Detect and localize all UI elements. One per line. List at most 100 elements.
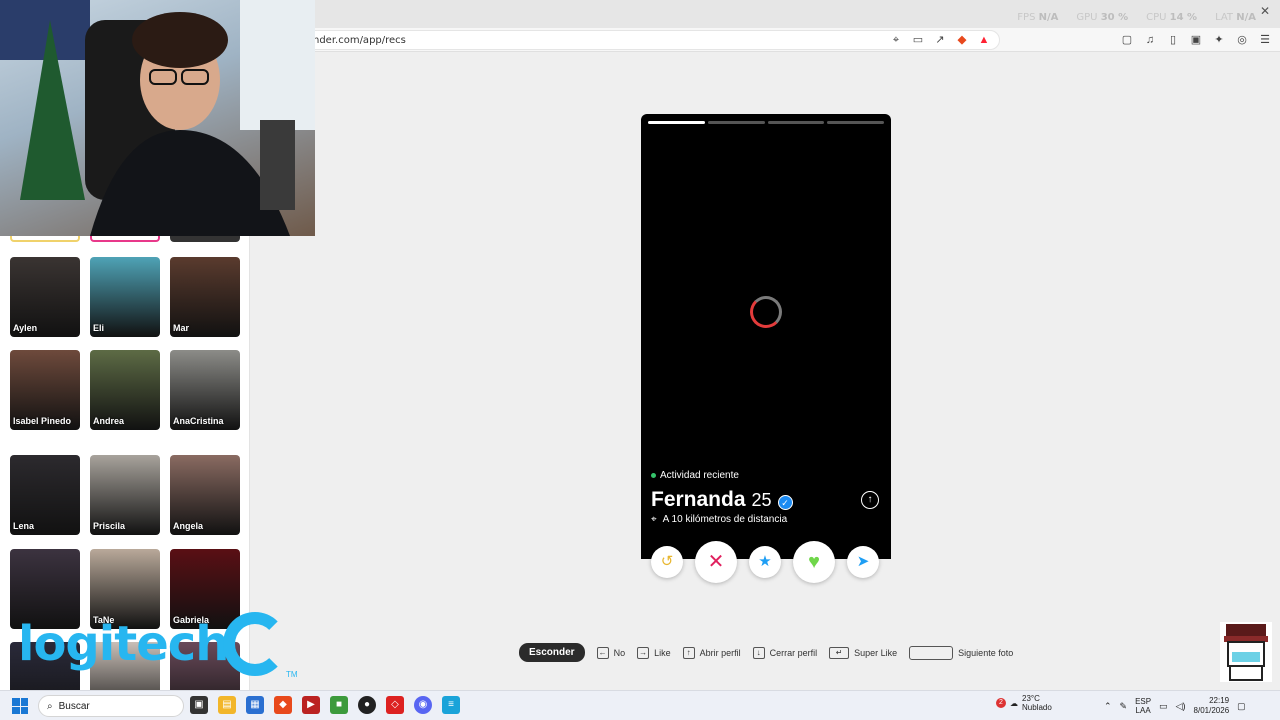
system-tray: ⌃ ✎ ESP LAA ▭ ◁) 22:19 8/01/2026 ▢ [1104, 696, 1246, 716]
space-key-icon [909, 645, 954, 660]
language-indicator[interactable]: ESP LAA [1135, 697, 1151, 715]
store-icon[interactable]: ▦ [246, 696, 264, 714]
dark-card-edge[interactable] [170, 236, 240, 242]
verified-badge-icon: ✓ [777, 495, 793, 510]
cast-icon[interactable]: ▭ [911, 33, 925, 47]
sidebar-icon[interactable]: ▯ [1166, 33, 1180, 47]
match-card-name: Lena [13, 521, 35, 531]
match-card[interactable]: Priscila [90, 455, 160, 535]
task-view-icon[interactable]: ▣ [190, 696, 208, 714]
file-explorer-icon[interactable]: ▤ [218, 696, 236, 714]
photo-progress-bar[interactable] [827, 121, 884, 124]
match-card-name: Aylen [13, 323, 38, 333]
action-buttons: ↺ ✕ ★ ♥ ➤ [650, 541, 882, 583]
perf-fps: FPS N/A [1017, 12, 1059, 23]
brave-browser-icon[interactable]: ◆ [274, 696, 292, 714]
tab-icon[interactable]: ▢ [1120, 33, 1134, 47]
windows-start-icon[interactable] [12, 698, 28, 714]
leo-ai-icon[interactable]: ✦ [1212, 33, 1226, 47]
webcam-overlay [0, 0, 315, 236]
photo-progress-bar[interactable] [648, 121, 705, 124]
perf-lat: LAT N/A [1215, 12, 1256, 23]
arrow-down-key-icon: ↓ [752, 646, 765, 659]
weather-widget[interactable]: 2 ☁ 23°C Nublado [996, 694, 1052, 712]
open-profile-button[interactable]: ↑ [861, 491, 879, 509]
menu-icon[interactable]: ☰ [1258, 33, 1272, 47]
pen-icon[interactable]: ✎ [1120, 701, 1128, 712]
weather-desc: Nublado [1022, 703, 1052, 712]
shortcut-close-profile: ↓ Cerrar perfil [752, 646, 817, 659]
discord-icon[interactable]: ◉ [414, 696, 432, 714]
volume-icon[interactable]: ◁) [1176, 701, 1186, 712]
match-card[interactable]: Andrea [90, 350, 160, 430]
shortcut-next-photo: Siguiente foto [909, 645, 1013, 660]
brave-shield-icon[interactable]: ◆ [955, 33, 969, 47]
arrow-left-key-icon: ← [596, 646, 609, 659]
nope-button[interactable]: ✕ [695, 541, 737, 583]
brave-rewards-icon[interactable]: ▲ [977, 33, 991, 47]
match-card-name: Angela [173, 521, 204, 531]
photo-progress-bar[interactable] [767, 121, 825, 124]
obs-icon[interactable]: ● [358, 696, 376, 714]
profile-card[interactable]: Actividad reciente Fernanda 25 ✓ ↑ ⌖ A 1… [641, 114, 891, 559]
logitech-g-icon [223, 612, 287, 676]
shortcut-like: → Like [637, 646, 671, 659]
clock[interactable]: 22:19 8/01/2026 [1194, 696, 1230, 716]
logitech-tm: TM [286, 670, 298, 679]
boost-button[interactable]: ➤ [847, 546, 879, 578]
keyboard-shortcuts-bar: Esconder ← No → Like ↑ Abrir perfil ↓ Cerrar… [519, 643, 1013, 662]
music-icon[interactable]: ♫ [1143, 33, 1157, 47]
taskbar-search-label: Buscar [58, 700, 90, 712]
shortcut-no: ← No [596, 646, 626, 659]
close-window-icon[interactable]: ✕ [1260, 4, 1270, 18]
match-card[interactable]: Mar [170, 257, 240, 337]
superlike-button[interactable]: ★ [749, 546, 781, 578]
match-card[interactable]: Aylen [10, 257, 80, 337]
weather-temp: 23°C [1022, 694, 1040, 703]
logitech-wordmark: logitech [18, 616, 229, 672]
notification-icon[interactable]: ▢ [1237, 701, 1246, 712]
match-card[interactable]: Eli [90, 257, 160, 337]
share-icon[interactable]: ↗ [933, 33, 947, 47]
app-red-icon[interactable]: ◇ [386, 696, 404, 714]
enter-key-icon: ↵ [829, 646, 850, 659]
perf-cpu: CPU 14 % [1146, 12, 1198, 23]
perf-gpu: GPU 30 % [1076, 12, 1129, 23]
match-card[interactable]: Angela [170, 455, 240, 535]
grid-top-strip [10, 236, 240, 242]
activity-label: Actividad reciente [660, 470, 739, 481]
notepad-icon[interactable]: ≡ [442, 696, 460, 714]
shortcut-open-profile: ↑ Abrir perfil [682, 646, 741, 659]
search-icon: ⌕ [47, 700, 53, 712]
like-button[interactable]: ♥ [793, 541, 835, 583]
photo-progress-bar[interactable] [707, 121, 765, 124]
location-icon[interactable]: ⌖ [889, 33, 903, 47]
toolbar-right-icons: ▢ ♫ ▯ ▣ ✦ ◎ ☰ [1120, 33, 1272, 47]
vpn-icon[interactable]: ◎ [1235, 33, 1249, 47]
match-card[interactable]: Lena [10, 455, 80, 535]
profile-nameline: Fernanda 25 ✓ [651, 488, 793, 512]
cloud-icon: ☁ [1010, 698, 1018, 708]
online-dot-icon [651, 473, 656, 478]
pink-card-edge[interactable] [90, 236, 160, 242]
match-card-name: Andrea [93, 416, 125, 426]
network-icon[interactable]: ▭ [1159, 701, 1168, 712]
address-bar-icons: ⌖ ▭ ↗ ◆ ▲ [889, 33, 991, 47]
gold-card-edge[interactable] [10, 236, 80, 242]
taskbar-apps: ▣ ▤ ▦ ◆ ▶ ■ ● ◇ ◉ ≡ [190, 696, 460, 714]
taskbar-search[interactable]: ⌕ Buscar [38, 695, 184, 717]
minecraft-icon[interactable]: ■ [330, 696, 348, 714]
weather-badge: 2 [996, 698, 1006, 708]
rewind-button[interactable]: ↺ [651, 546, 683, 578]
url-text[interactable]: nder.com/app/recs [313, 35, 406, 46]
video-editor-icon[interactable]: ▶ [302, 696, 320, 714]
match-card[interactable]: Isabel Pinedo [10, 350, 80, 430]
windows-taskbar: ⌕ Buscar ▣ ▤ ▦ ◆ ▶ ■ ● ◇ ◉ ≡ 2 ☁ 23°C Nu… [0, 690, 1280, 720]
match-card[interactable]: AnaCristina [170, 350, 240, 430]
match-card-name: AnaCristina [173, 416, 224, 426]
chevron-up-icon[interactable]: ⌃ [1104, 701, 1112, 712]
activity-status: Actividad reciente [651, 470, 739, 481]
wallet-icon[interactable]: ▣ [1189, 33, 1203, 47]
address-bar[interactable]: nder.com/app/recs ⌖ ▭ ↗ ◆ ▲ [300, 30, 1000, 50]
hide-shortcuts-button[interactable]: Esconder [519, 643, 585, 662]
